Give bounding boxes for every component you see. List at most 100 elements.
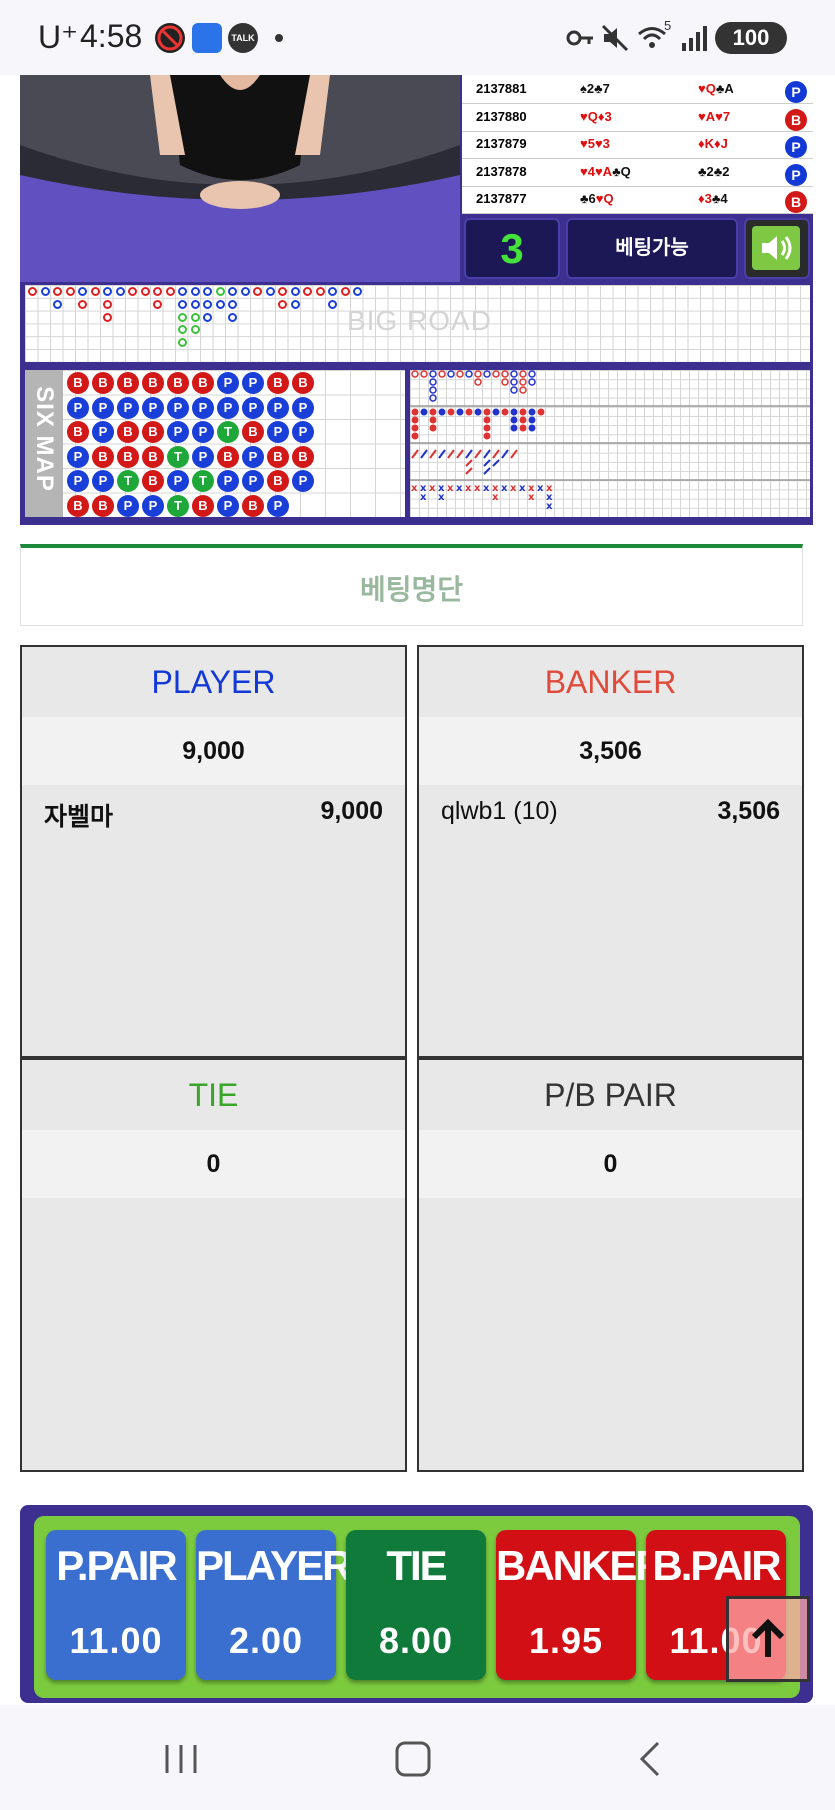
bet-button-banker[interactable]: BANKER 1.95 (496, 1530, 666, 1680)
big-road-mark (253, 287, 262, 296)
player-cards: ♥5♥3 (580, 136, 610, 152)
big-road-mark (240, 287, 250, 296)
six-map-bead: B (167, 372, 189, 394)
six-map-bead: T (192, 470, 214, 492)
bet-button-player[interactable]: PLAYER 2.00 (196, 1530, 353, 1680)
result-row: 2137877 ♣6♥Q ♦3♣4 B (462, 185, 813, 215)
big-road-mark (53, 299, 62, 309)
six-map-bead: B (267, 372, 289, 394)
six-map-bead: B (117, 372, 139, 394)
six-map-bead: P (242, 445, 264, 468)
dealer-video (20, 75, 460, 282)
result-row: 2137878 ♥4♥A♣Q ♣2♣2 P (462, 158, 813, 187)
derived-roads: xxxxxxxxxxxxxxxx xxxxxx (410, 370, 810, 517)
pair-bets-header: P/B PAIR (419, 1060, 802, 1131)
six-map-bead: B (142, 372, 164, 394)
winner-badge: P (785, 136, 807, 159)
winner-badge: B (785, 191, 807, 214)
player-bets-total: 9,000 (22, 717, 405, 785)
big-road: BIG ROAD (25, 285, 810, 362)
big-road-mark (103, 299, 112, 309)
winner-badge: P (785, 163, 807, 186)
banker-bets-panel: BANKER 3,506 qlwb1 (10) 3,506 (417, 645, 804, 1058)
svg-text:x: x (474, 483, 481, 494)
pair-bets-total: 0 (419, 1130, 802, 1198)
svg-text:x: x (483, 483, 490, 494)
six-map-bead: B (92, 372, 114, 394)
big-road-mark (178, 287, 187, 296)
round-id: 2137878 (476, 163, 527, 179)
winner-badge: P (785, 81, 807, 103)
banker-bet-user: qlwb1 (10) (441, 797, 558, 825)
six-map-bead: B (192, 494, 214, 517)
six-map-bead: P (92, 396, 114, 419)
bet-button-p-pair[interactable]: P.PAIR 11.00 (46, 1530, 186, 1680)
carrier-label: U⁺ (38, 19, 78, 55)
wifi-icon (637, 23, 667, 53)
six-map-bead: P (117, 396, 139, 419)
bet-odds: 8.00 (378, 1620, 454, 1661)
big-road-mark (278, 299, 287, 309)
bet-label: P.PAIR (56, 1542, 178, 1589)
big-road-mark (153, 287, 162, 296)
home-icon[interactable] (395, 1741, 431, 1777)
banker-cards: ♥Q♣A (698, 81, 734, 96)
big-road-mark (78, 287, 87, 296)
big-road-mark (190, 299, 200, 309)
player-cards: ♥Q♦3 (580, 108, 612, 124)
big-road-mark (115, 287, 125, 296)
banker-bet-amount: 3,506 (717, 797, 780, 825)
scroll-top-button[interactable] (726, 1596, 810, 1682)
recent-apps-icon[interactable] (163, 1741, 199, 1777)
battery-level: 100 (732, 25, 770, 50)
big-road-mark (128, 287, 137, 296)
round-id: 2137881 (476, 81, 527, 96)
six-map-bead: P (192, 421, 214, 443)
six-map-bead: B (92, 494, 114, 517)
six-map-bead: B (142, 470, 164, 492)
six-map-bead: B (267, 470, 289, 492)
big-road-mark (165, 287, 175, 296)
talk-icon: TALK (228, 23, 258, 53)
six-map-bead: P (217, 494, 239, 517)
big-road-mark (78, 299, 87, 309)
six-map-bead: B (217, 445, 239, 468)
tie-bets-header: TIE (22, 1060, 405, 1131)
six-map-bead: P (292, 396, 314, 419)
six-map-bead: P (192, 396, 214, 419)
big-road-mark (265, 287, 275, 296)
banker-cards: ♦K♦J (698, 136, 728, 152)
six-map-bead: P (267, 421, 289, 443)
status-bar: U⁺ 4:58 TALK 5 100 (0, 0, 835, 75)
six-map-bead: P (192, 445, 214, 468)
big-road-watermark: BIG ROAD (347, 305, 492, 336)
six-map-bead: B (292, 445, 314, 468)
big-road-mark (278, 287, 287, 296)
player-bet-user: 자벨마 (44, 803, 114, 831)
svg-text:x: x (492, 492, 499, 503)
result-row: 2137880 ♥Q♦3 ♥A♥7 B (462, 103, 813, 132)
big-road-mark (190, 287, 200, 296)
six-map-bead: B (67, 494, 89, 517)
big-road-mark (153, 299, 162, 309)
tie-bets-total: 0 (22, 1130, 405, 1198)
big-road-mark (228, 287, 237, 296)
bet-label: BANKER (496, 1542, 666, 1589)
six-map-bead: P (217, 470, 239, 492)
betting-list-header: 베팅명단 (20, 544, 803, 626)
player-bets-panel: PLAYER 9,000 자벨마 9,000 (20, 645, 407, 1058)
bet-odds: 11.00 (69, 1620, 163, 1661)
six-map-bead: B (242, 494, 264, 517)
big-road-mark (40, 287, 50, 296)
back-icon[interactable] (632, 1741, 668, 1777)
bet-button-tie[interactable]: TIE 8.00 (346, 1530, 486, 1680)
big-road-mark (215, 299, 225, 309)
tie-bets-panel: TIE 0 (20, 1058, 407, 1472)
six-map-bead: P (217, 396, 239, 419)
svg-text:x: x (438, 492, 445, 503)
big-road-mark (340, 287, 350, 296)
big-road-mark (203, 299, 212, 309)
sound-toggle[interactable] (744, 218, 810, 279)
player-bet-amount: 9,000 (320, 797, 383, 825)
big-road-mark (178, 312, 187, 322)
